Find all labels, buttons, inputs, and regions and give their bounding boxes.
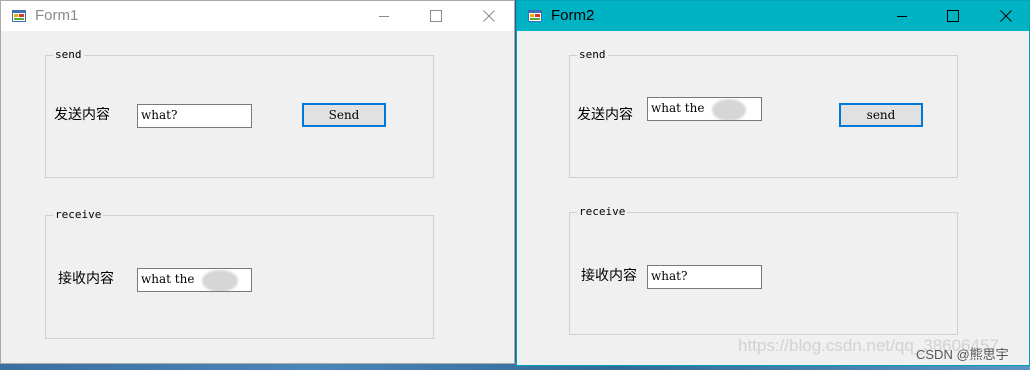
form1-minimize-button[interactable] xyxy=(361,1,407,31)
receive-group-legend: receive xyxy=(577,205,628,219)
send-group-legend: send xyxy=(577,48,608,62)
form2-receive-input[interactable]: what? xyxy=(647,265,762,289)
form1-close-button[interactable] xyxy=(466,1,512,31)
form2-send-button[interactable]: send xyxy=(839,103,923,127)
form2-title: Form2 xyxy=(551,7,595,24)
close-icon xyxy=(483,10,495,22)
receive-content-label: 接收内容 xyxy=(581,268,637,284)
receive-group-legend: receive xyxy=(53,208,104,222)
form2-close-button[interactable] xyxy=(983,1,1029,31)
maximize-icon xyxy=(947,10,959,22)
redaction-blur xyxy=(202,270,238,291)
maximize-icon xyxy=(430,10,442,22)
form2-titlebar[interactable]: Form2 xyxy=(517,1,1029,31)
minimize-icon xyxy=(897,16,907,17)
form2-window: Form2 send 发送内容 what the send receive 接收… xyxy=(516,0,1030,366)
send-group-legend: send xyxy=(53,48,84,62)
form2-maximize-button[interactable] xyxy=(930,1,976,31)
winforms-app-icon xyxy=(528,10,542,22)
form1-maximize-button[interactable] xyxy=(413,1,459,31)
send-content-label: 发送内容 xyxy=(54,107,110,123)
csdn-author-watermark: CSDN @熊思宇 xyxy=(916,347,1009,362)
form2-minimize-button[interactable] xyxy=(879,1,925,31)
form1-titlebar[interactable]: Form1 xyxy=(1,1,514,31)
send-content-label: 发送内容 xyxy=(577,107,633,123)
form1-title: Form1 xyxy=(35,7,79,24)
form1-send-button[interactable]: Send xyxy=(302,103,386,127)
receive-content-label: 接收内容 xyxy=(58,271,114,287)
form1-window: Form1 send 发送内容 what? Send receive 接收内容 … xyxy=(0,0,515,364)
form1-send-input[interactable]: what? xyxy=(137,104,252,128)
winforms-app-icon xyxy=(12,10,26,22)
form2-send-input[interactable]: what the xyxy=(647,97,762,121)
close-icon xyxy=(1000,10,1012,22)
redaction-blur xyxy=(712,99,746,120)
form1-receive-input[interactable]: what the xyxy=(137,268,252,292)
minimize-icon xyxy=(379,16,389,17)
